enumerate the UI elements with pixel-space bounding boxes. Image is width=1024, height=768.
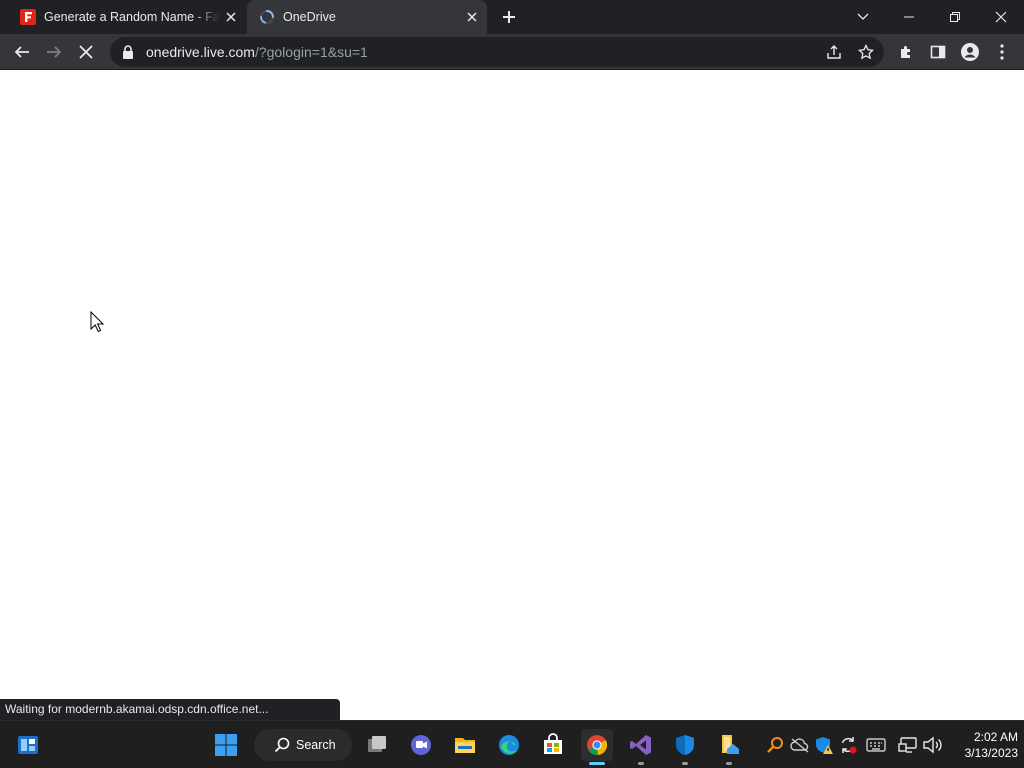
lock-icon[interactable]	[120, 44, 136, 60]
status-bubble: Waiting for modernb.akamai.odsp.cdn.offi…	[0, 699, 340, 720]
search-icon	[274, 737, 290, 753]
running-indicator	[726, 762, 732, 765]
avatar-icon	[961, 43, 979, 61]
taskbar-search[interactable]: Search	[254, 729, 352, 761]
visual-studio-icon[interactable]	[625, 729, 657, 765]
tab-fake-name-generator[interactable]: Generate a Random Name - Fake Name Gener…	[8, 0, 246, 34]
tab-onedrive[interactable]: OneDrive	[247, 0, 487, 34]
restore-button[interactable]	[932, 0, 978, 34]
chrome-menu-button[interactable]	[988, 38, 1016, 66]
star-icon	[858, 44, 874, 60]
restore-icon	[950, 12, 960, 22]
network-icon[interactable]	[897, 733, 919, 757]
running-indicator	[589, 762, 605, 765]
chevron-down-icon	[857, 13, 869, 20]
windows-security-icon[interactable]	[669, 729, 701, 765]
puzzle-icon	[901, 46, 910, 58]
tab-strip: Generate a Random Name - Fake Name Gener…	[0, 0, 1024, 34]
taskbar: Search 2:02 AM 3/13/2023	[0, 720, 1024, 768]
arrow-left-icon	[14, 46, 29, 58]
address-bar[interactable]: onedrive.live.com/?gologin=1&su=1	[110, 37, 884, 67]
new-tab-button[interactable]	[498, 6, 520, 28]
volume-icon[interactable]	[921, 733, 943, 757]
widgets-icon[interactable]	[12, 729, 44, 761]
url-host: onedrive.live.com	[146, 44, 255, 60]
kebab-menu-icon	[1000, 44, 1004, 60]
minimize-button[interactable]	[886, 0, 932, 34]
start-button[interactable]	[210, 729, 242, 761]
file-explorer-icon[interactable]	[449, 729, 481, 761]
search-label: Search	[296, 738, 336, 752]
file-explorer-pinned-icon[interactable]	[713, 729, 745, 765]
forward-button[interactable]	[40, 38, 68, 66]
loading-spinner-icon	[260, 10, 274, 24]
clock-time: 2:02 AM	[973, 730, 1018, 744]
profile-button[interactable]	[956, 38, 984, 66]
close-tab-icon[interactable]	[461, 6, 483, 28]
bookmark-button[interactable]	[854, 41, 878, 63]
extensions-button[interactable]	[892, 38, 920, 66]
search-magnifier-tray-icon[interactable]	[764, 733, 786, 757]
stop-loading-button[interactable]	[72, 38, 100, 66]
side-panel-button[interactable]	[924, 38, 952, 66]
edge-icon[interactable]	[493, 729, 525, 761]
security-warning-icon[interactable]	[813, 733, 835, 757]
mouse-cursor-icon	[90, 311, 104, 333]
task-view-icon[interactable]	[361, 729, 393, 761]
running-indicator	[682, 762, 688, 765]
close-icon	[995, 11, 1007, 23]
system-clock[interactable]: 2:02 AM 3/13/2023	[948, 729, 1018, 761]
close-tab-icon[interactable]	[220, 6, 242, 28]
page-content	[0, 71, 1024, 720]
running-indicator	[638, 762, 644, 765]
arrow-right-icon	[47, 46, 62, 58]
share-icon	[827, 45, 841, 59]
fakenamegenerator-favicon	[20, 9, 36, 25]
tab-title: OneDrive	[283, 10, 336, 24]
windows-logo-icon	[215, 734, 237, 756]
url-path: /?gologin=1&su=1	[254, 44, 368, 60]
onedrive-offline-icon[interactable]	[789, 733, 811, 757]
side-panel-icon	[930, 45, 946, 59]
keyboard-icon[interactable]	[865, 733, 887, 757]
chrome-icon[interactable]	[581, 729, 613, 765]
close-icon	[79, 45, 93, 59]
microsoft-store-icon[interactable]	[537, 729, 569, 761]
sync-icon[interactable]	[837, 733, 859, 757]
close-window-button[interactable]	[978, 0, 1024, 34]
teams-chat-icon[interactable]	[405, 729, 437, 761]
share-button[interactable]	[822, 41, 846, 63]
browser-toolbar: onedrive.live.com/?gologin=1&su=1	[0, 34, 1024, 70]
back-button[interactable]	[8, 38, 36, 66]
plus-icon	[503, 11, 515, 23]
tab-title: Generate a Random Name - Fake Name Gener…	[44, 10, 220, 24]
minimize-icon	[904, 16, 914, 18]
url-text: onedrive.live.com/?gologin=1&su=1	[146, 44, 368, 60]
tab-search-button[interactable]	[840, 0, 886, 34]
clock-date: 3/13/2023	[964, 746, 1018, 760]
